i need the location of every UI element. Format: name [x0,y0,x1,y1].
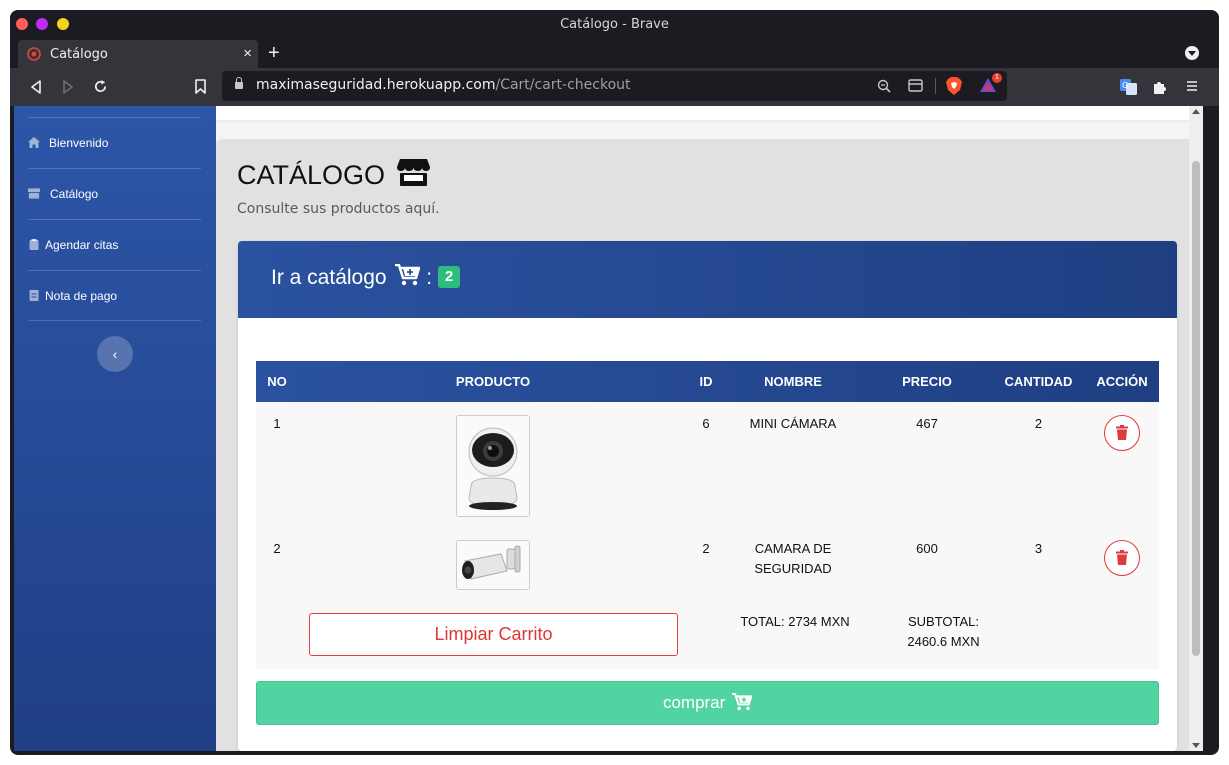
page-scrollbar[interactable] [1189,106,1203,751]
card-header-text: Ir a catálogo [271,266,387,289]
lock-icon [235,77,243,89]
cell-no: 2 [273,541,281,556]
cart-count-badge: 2 [438,266,460,288]
sidebar-toggle-button[interactable]: ‹ [97,336,133,372]
back-icon[interactable] [30,80,42,94]
tab-title: Catálogo [50,47,108,62]
header-separator: : [426,266,433,289]
sidebar-item-label: Catálogo [50,187,99,201]
svg-text:G: G [1122,81,1128,90]
cell-cantidad: 2 [1034,416,1043,431]
page-title: CATÁLOGO [237,159,430,191]
tab-catalogo[interactable]: Catálogo × [18,40,258,68]
column-header-nombre: NOMBRE [764,374,822,389]
scrollbar-thumb[interactable] [1192,161,1200,656]
trash-icon [1116,550,1128,565]
delete-item-button[interactable] [1104,415,1140,451]
title-bar: Catálogo - Brave [10,10,1219,38]
clipboard-icon [29,239,39,250]
new-tab-button[interactable]: + [268,42,280,65]
cell-precio: 467 [916,416,938,431]
sidebar-item-label: Bienvenido [49,136,109,150]
sidebar: Bienvenido Catálogo Agendar citas Nota d… [14,106,216,751]
trash-icon [1116,425,1128,440]
home-icon [28,137,40,148]
cell-nombre: CAMARA DE SEGURIDAD [754,541,832,576]
page-subtitle: Consulte sus productos aquí. [237,201,440,217]
browser-toolbar: maximaseguridad.herokuapp.com/Cart/cart-… [10,68,1219,106]
address-bar[interactable]: maximaseguridad.herokuapp.com/Cart/cart-… [222,71,1007,101]
sidebar-item-agendar-citas[interactable]: Agendar citas [28,219,201,270]
zoom-out-icon[interactable] [877,79,891,93]
cart-plus-icon [395,263,421,286]
url-host: maximaseguridad.herokuapp.com [256,77,496,93]
table-header: NO PRODUCTO ID NOMBRE PRECIO CANTIDAD AC… [256,361,1159,402]
url-divider [935,78,936,94]
column-header-producto: PRODUCTO [455,374,531,389]
card-header: Ir a catálogo : 2 [238,241,1177,318]
cell-id: 6 [702,416,710,431]
bookmark-icon[interactable] [195,79,206,94]
chevron-left-icon: ‹ [112,346,118,362]
sidebar-item-catalogo[interactable]: Catálogo [28,168,201,219]
hamburger-menu-icon[interactable] [1186,80,1198,92]
cell-precio: 600 [916,541,938,556]
url-path: /Cart/cart-checkout [495,77,631,93]
column-header-id: ID [699,374,713,389]
sidebar-item-label: Nota de pago [45,289,118,303]
tab-list-menu-icon[interactable] [1185,46,1199,60]
buy-button-label: comprar [662,693,726,712]
cell-nombre: MINI CÁMARA [749,416,837,431]
window-title: Catálogo - Brave [560,17,669,32]
cell-cantidad: 3 [1034,541,1043,556]
sidebar-item-nota-de-pago[interactable]: Nota de pago [28,270,201,321]
translate-extension-icon[interactable]: G [1120,79,1137,95]
page-title-text: CATÁLOGO [237,160,386,190]
go-to-catalog-link[interactable]: Ir a catálogo : [271,263,433,290]
column-header-cantidad: CANTIDAD [1004,374,1073,389]
top-navbar [216,106,1189,120]
site-favicon-icon [27,47,41,61]
mini-camera-image [457,416,529,516]
url-text[interactable]: maximaseguridad.herokuapp.com/Cart/cart-… [256,77,631,93]
cell-no: 1 [273,416,281,431]
store-icon [28,188,40,199]
product-image-mini-camera[interactable] [456,415,530,517]
column-header-precio: PRECIO [902,374,952,389]
page-viewport: Bienvenido Catálogo Agendar citas Nota d… [14,106,1203,751]
bullet-camera-image [457,541,529,589]
store-icon [396,159,430,186]
cart-card: Ir a catálogo : 2 NO PRODUCTO ID NOMBRE … [238,241,1177,751]
sidebar-item-label: Agendar citas [45,238,119,252]
column-header-no: NO [267,374,287,389]
buy-button[interactable]: comprar [256,681,1159,725]
reload-icon[interactable] [93,79,108,94]
browser-window: Catálogo - Brave Catálogo × + maximasegu… [10,10,1219,755]
column-header-accion: ACCIÓN [1096,374,1148,389]
brave-shields-icon[interactable] [945,76,963,96]
cart-table: NO PRODUCTO ID NOMBRE PRECIO CANTIDAD AC… [256,361,1159,669]
delete-item-button[interactable] [1104,540,1140,576]
product-image-bullet-camera[interactable] [456,540,530,590]
scroll-down-icon[interactable] [1192,743,1200,748]
sidebar-divider [28,320,201,321]
scroll-up-icon[interactable] [1192,109,1200,114]
reader-mode-icon[interactable] [908,79,923,92]
close-tab-icon[interactable]: × [243,45,252,62]
clear-cart-button[interactable]: Limpiar Carrito [309,613,678,656]
sidebar-item-bienvenido[interactable]: Bienvenido [28,117,201,168]
tab-bar: Catálogo × + [10,38,1219,68]
extensions-puzzle-icon[interactable] [1152,79,1168,95]
rewards-badge: 1 [992,73,1002,83]
cell-id: 2 [702,541,710,556]
cart-subtotal: SUBTOTAL: 2460.6 MXN [907,614,980,649]
forward-icon[interactable] [62,80,74,94]
cart-plus-icon [732,693,753,711]
receipt-icon [29,290,39,301]
cart-total: TOTAL: 2734 MXN [740,614,850,629]
main-content: CATÁLOGO Consulte sus productos aquí. Ir… [216,139,1203,751]
